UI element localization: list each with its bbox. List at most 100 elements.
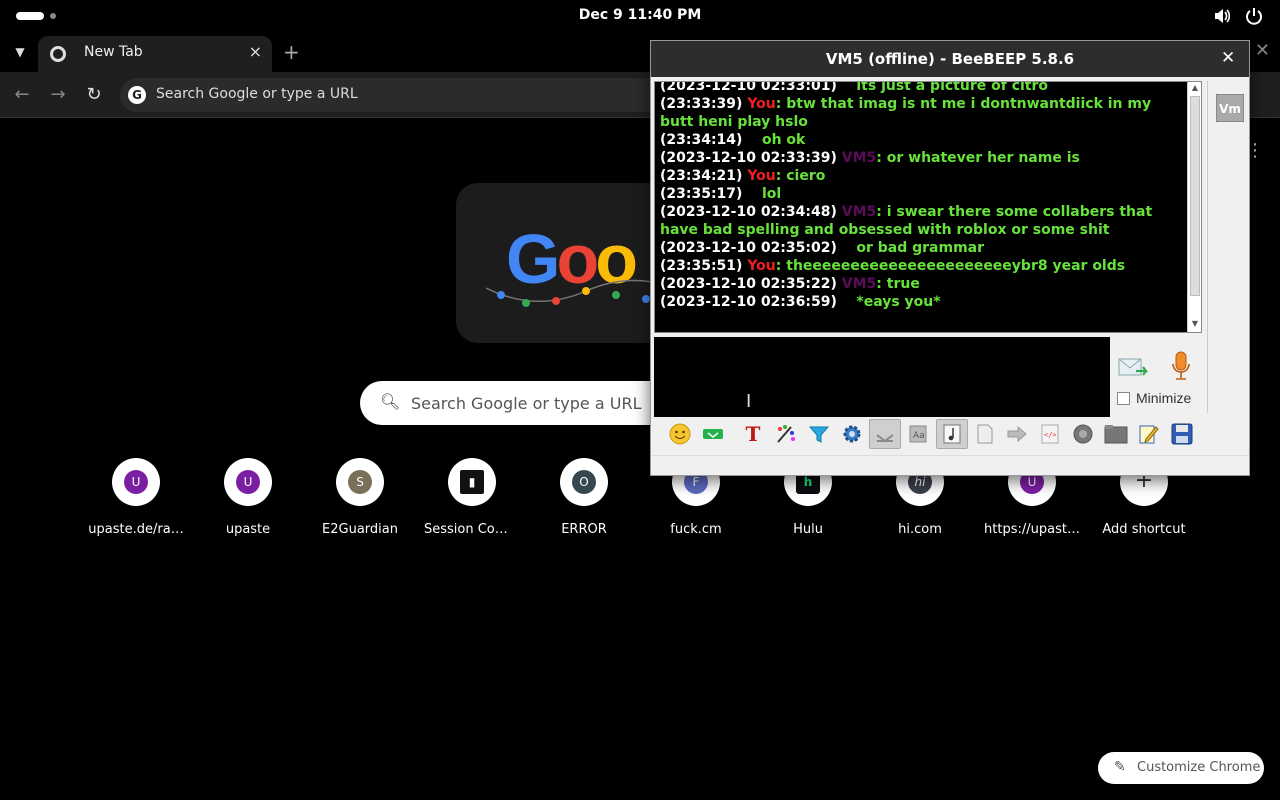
file-icon[interactable] — [971, 419, 999, 449]
tab-new-tab[interactable]: New Tab × — [38, 36, 272, 72]
minimize-checkbox[interactable]: Minimize — [1117, 390, 1191, 406]
minimize-label: Minimize — [1136, 390, 1192, 406]
message-timestamp: (23:33:39) — [660, 96, 743, 112]
user-avatar-badge[interactable]: Vm — [1216, 94, 1244, 122]
scroll-thumb[interactable] — [1190, 96, 1200, 296]
omnibox[interactable]: G Search Google or type a URL — [120, 78, 680, 112]
new-tab-button[interactable]: + — [283, 40, 300, 64]
beebeep-chat-window[interactable]: VM5 (offline) - BeeBEEP 5.8.6 ✕ (2023-12… — [650, 40, 1250, 476]
message-text: theeeeeeeeeeeeeeeeeeeeeeybr8 year olds — [786, 258, 1126, 274]
system-top-bar: Dec 9 11:40 PM — [0, 0, 1280, 32]
chat-message: (23:34:14) oh ok — [660, 131, 1180, 149]
reload-icon[interactable]: ↻ — [83, 84, 105, 105]
settings-gear-icon[interactable] — [838, 419, 866, 449]
shortcut-label: upaste — [225, 522, 271, 537]
message-separator — [747, 186, 762, 202]
tab-close-icon[interactable]: × — [249, 42, 262, 61]
message-input[interactable]: I — [654, 337, 1110, 417]
shortcut-letter-icon: U — [124, 470, 148, 494]
window-close-icon[interactable]: ✕ — [1221, 48, 1239, 68]
chat-scrollbar[interactable]: ▲ ▼ — [1187, 82, 1201, 332]
tab-search-chevron-icon[interactable]: ▼ — [10, 42, 30, 62]
system-tray[interactable] — [1212, 6, 1264, 26]
window-close-button[interactable]: ✕ — [1255, 40, 1270, 61]
microphone-icon[interactable] — [1170, 351, 1192, 381]
text-cursor-icon: I — [746, 391, 752, 412]
html-code-icon[interactable]: </> — [1036, 419, 1064, 449]
chat-message: (2023-12-10 02:36:59) *eays you* — [660, 293, 1180, 311]
message-timestamp: (23:34:14) — [660, 132, 743, 148]
chat-message: (2023-12-10 02:35:02) or bad grammar — [660, 239, 1180, 257]
message-timestamp: (2023-12-10 02:35:02) — [660, 240, 837, 256]
message-separator: : — [775, 168, 787, 184]
font-icon[interactable]: T — [739, 419, 767, 449]
shortcut-letter-icon: U — [236, 470, 260, 494]
message-text: oh ok — [761, 132, 806, 148]
session-favicon-icon: ▮ — [460, 470, 484, 494]
message-separator: : — [876, 150, 887, 166]
chat-message: (2023-12-10 02:34:48) VM5: i swear there… — [660, 203, 1180, 239]
shortcut-icon-circle: ▮ — [448, 458, 496, 506]
clock[interactable]: Dec 9 11:40 PM — [0, 7, 1280, 23]
folder-icon[interactable] — [1102, 419, 1130, 449]
message-text: *eays you* — [856, 294, 941, 310]
message-timestamp: (2023-12-10 02:36:59) — [660, 294, 837, 310]
screenshot-icon[interactable] — [1069, 419, 1097, 449]
shortcut-icon-circle: S — [336, 458, 384, 506]
shortcut-icon-circle: O — [560, 458, 608, 506]
chat-message: (2023-12-10 02:33:39) VM5: or whatever h… — [660, 149, 1180, 167]
shortcut-tile[interactable]: O ERROR — [528, 458, 640, 537]
shortcut-label: fuck.cm — [670, 522, 722, 537]
green-bar-icon[interactable] — [699, 419, 727, 449]
chat-history[interactable]: (2023-12-10 02:33:01) its just a picture… — [654, 81, 1202, 333]
emoticon-icon[interactable] — [666, 419, 694, 449]
shortcut-tile[interactable]: ▮ Session Com… — [416, 458, 528, 537]
chat-message: (23:33:39) You: btw that imag is nt me i… — [660, 95, 1180, 131]
music-note-icon[interactable] — [936, 419, 968, 449]
shortcut-label: Session Com… — [424, 522, 521, 537]
message-separator: : — [775, 96, 787, 112]
forward-arrow-icon[interactable]: → — [47, 84, 69, 105]
message-separator: : — [876, 276, 887, 292]
forward-icon[interactable] — [1003, 419, 1031, 449]
checkbox-box[interactable] — [1117, 391, 1130, 405]
shortcut-icon-circle: U — [224, 458, 272, 506]
customize-chrome-button[interactable]: ✎ Customize Chrome — [1098, 752, 1264, 784]
back-arrow-icon[interactable]: ← — [11, 84, 33, 105]
pencil-icon: ✎ — [1114, 759, 1126, 775]
message-text: its just a picture of citro — [856, 81, 1049, 94]
message-text: lol — [761, 186, 782, 202]
chat-lines: (2023-12-10 02:33:01) its just a picture… — [660, 81, 1180, 311]
shortcut-label: Add shortcut — [1102, 522, 1186, 537]
shortcut-tile[interactable]: S E2Guardian — [304, 458, 416, 537]
spell-icon[interactable]: Aa — [904, 419, 932, 449]
send-message-icon[interactable] — [1118, 355, 1150, 381]
scroll-down-icon[interactable]: ▼ — [1190, 319, 1200, 331]
scroll-up-icon[interactable]: ▲ — [1190, 83, 1200, 95]
chat-toolbar: T Aa </> — [663, 419, 1243, 453]
shortcut-letter-icon: S — [348, 470, 372, 494]
power-icon[interactable] — [1244, 6, 1264, 26]
floppy-save-icon[interactable] — [1168, 419, 1196, 449]
message-separator — [842, 294, 857, 310]
shortcut-label: https://upast… — [984, 522, 1080, 537]
volume-icon[interactable] — [1212, 6, 1232, 26]
shortcut-tile[interactable]: U upaste — [192, 458, 304, 537]
message-separator: : — [775, 258, 787, 274]
search-icon: 🔍︎ — [380, 392, 401, 411]
svg-text:</>: </> — [1044, 431, 1057, 439]
shortcut-tile[interactable]: U upaste.de/ra… — [80, 458, 192, 537]
message-separator: : — [876, 204, 887, 220]
window-titlebar[interactable]: VM5 (offline) - BeeBEEP 5.8.6 ✕ — [651, 41, 1249, 77]
message-sender: VM5 — [841, 204, 877, 220]
shortcut-label: upaste.de/ra… — [88, 522, 184, 537]
message-sender: You — [747, 96, 776, 112]
message-sender: VM5 — [841, 276, 877, 292]
save-down-icon[interactable] — [869, 419, 901, 449]
edit-note-icon[interactable] — [1135, 419, 1163, 449]
filter-icon[interactable] — [805, 419, 833, 449]
message-timestamp: (23:35:51) — [660, 258, 743, 274]
google-g-icon: G — [128, 86, 146, 104]
color-palette-icon[interactable] — [772, 419, 800, 449]
user-side-panel: Vm — [1207, 81, 1249, 413]
